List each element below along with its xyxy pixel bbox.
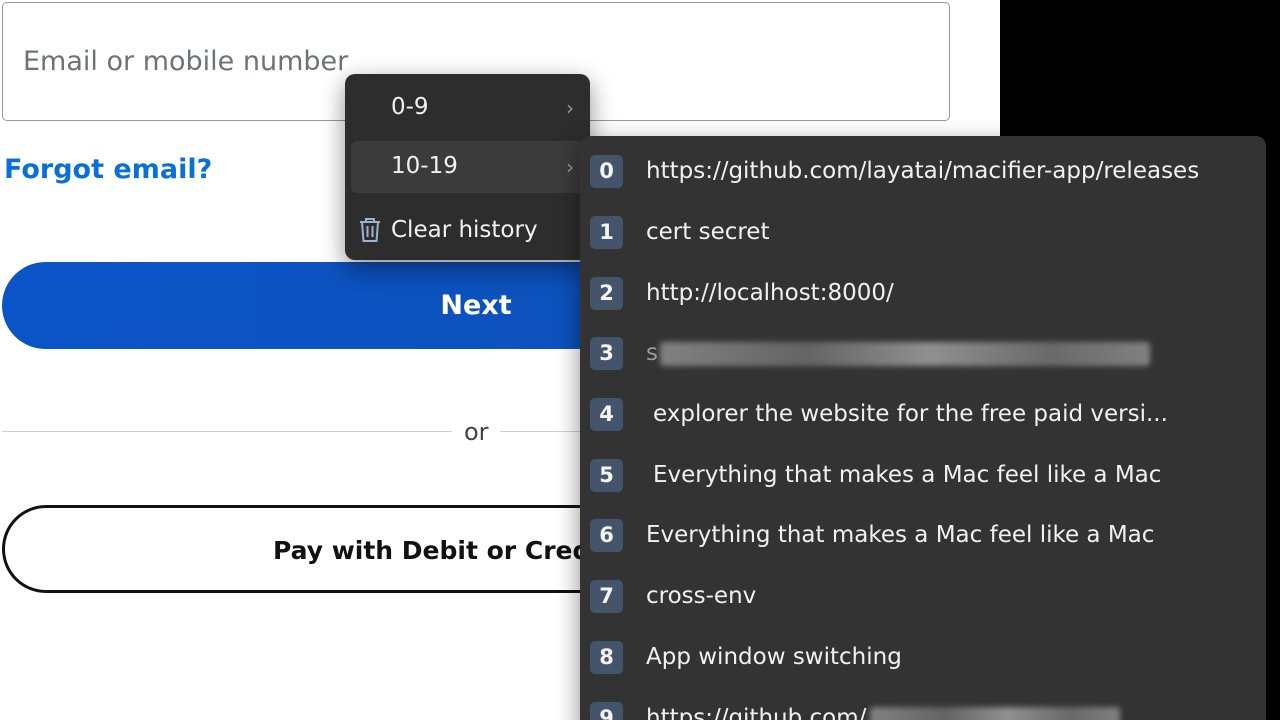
history-submenu: 0 https://github.com/layatai/macifier-ap… [580,136,1266,720]
history-item-text: cert secret [646,219,770,245]
index-badge: 7 [590,580,623,613]
divider-text: or [464,418,489,446]
history-item-text: Everything that makes a Mac feel like a … [646,522,1155,548]
trash-icon [360,218,380,242]
index-badge: 2 [590,277,623,310]
index-badge: 3 [590,337,623,370]
history-item[interactable]: 9 https://github.com/ [580,687,1266,720]
history-item[interactable]: 4 explorer the website for the free paid… [580,383,1266,443]
history-item-text: explorer the website for the free paid v… [653,401,1168,427]
history-item[interactable]: 1 cert secret [580,201,1266,261]
history-item[interactable]: 3 s [580,322,1266,382]
menu-item-label: Clear history [391,217,538,243]
chevron-right-icon: › [566,155,574,179]
menu-item-clear-history[interactable]: Clear history [351,205,584,257]
index-badge: 6 [590,519,623,552]
history-item-text: cross-env [646,583,757,609]
redacted-text [870,707,1120,720]
chevron-right-icon: › [566,96,574,120]
history-item[interactable]: 5 Everything that makes a Mac feel like … [580,444,1266,504]
history-item[interactable]: 2 http://localhost:8000/ [580,262,1266,322]
index-badge: 1 [590,216,623,249]
history-item[interactable]: 8 App window switching [580,626,1266,686]
menu-item-0-9[interactable]: 0-9 › [351,82,584,134]
index-badge: 4 [590,398,623,431]
menu-item-label: 10-19 [391,153,458,179]
menu-item-10-19[interactable]: 10-19 › [351,141,584,193]
history-context-menu: 0-9 › 10-19 › Clear history [345,74,590,260]
index-badge: 9 [590,702,623,720]
index-badge: 0 [590,155,623,188]
history-item-text: http://localhost:8000/ [646,280,894,306]
history-item-text: App window switching [646,644,902,670]
index-badge: 5 [590,459,623,492]
history-item[interactable]: 7 cross-env [580,565,1266,625]
divider-left [2,431,452,432]
history-item-text: https://github.com/layatai/macifier-app/… [646,158,1200,184]
history-item-text: s [646,340,658,366]
history-item-text: https://github.com/ [646,705,867,720]
history-item[interactable]: 6 Everything that makes a Mac feel like … [580,504,1266,564]
menu-item-label: 0-9 [391,94,429,120]
forgot-email-link[interactable]: Forgot email? [4,154,212,185]
redacted-text [660,342,1150,366]
history-item-text: Everything that makes a Mac feel like a … [653,462,1162,488]
index-badge: 8 [590,641,623,674]
history-item[interactable]: 0 https://github.com/layatai/macifier-ap… [580,140,1266,200]
